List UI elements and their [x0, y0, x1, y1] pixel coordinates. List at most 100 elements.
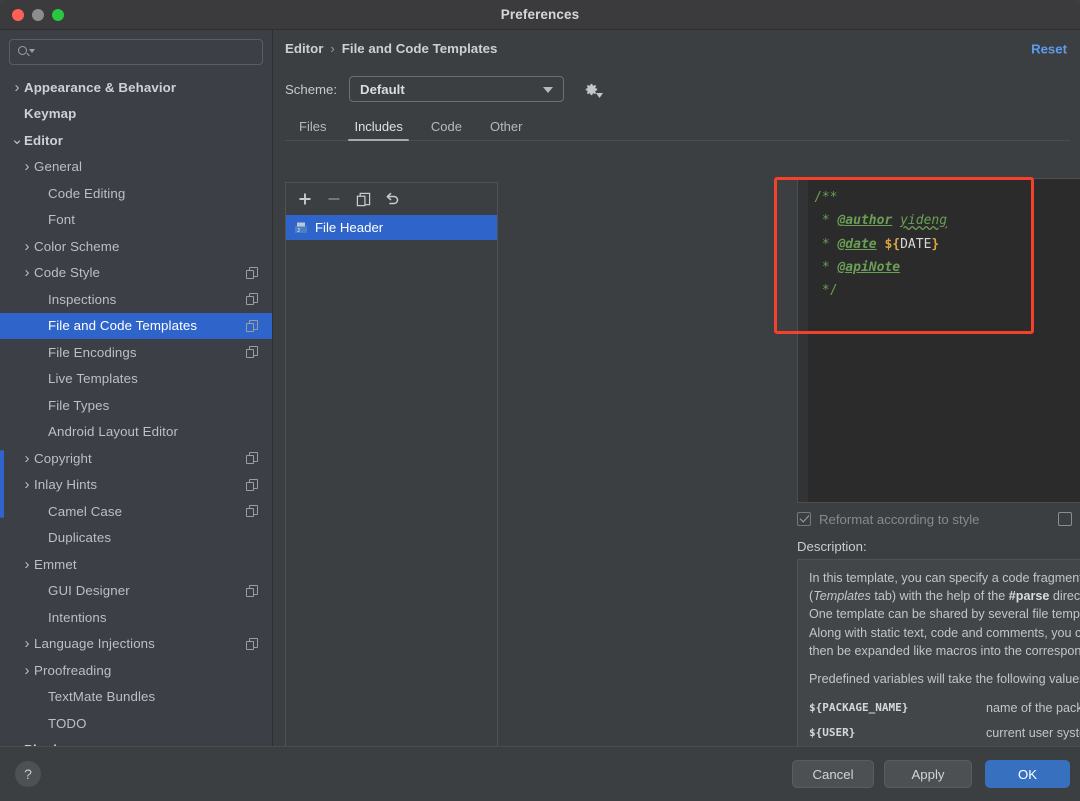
description-paragraph-1: In this template, you can specify a code…	[809, 569, 1080, 660]
code-token: *	[814, 260, 837, 275]
sidebar-item-label: Live Templates	[48, 371, 138, 386]
scheme-row: Scheme: Default	[273, 67, 1080, 111]
tab-files[interactable]: Files	[285, 119, 340, 140]
copy-settings-icon	[246, 267, 258, 279]
chevron-right-icon[interactable]: ›	[10, 80, 24, 95]
sidebar-item-inlay-hints[interactable]: ›Inlay Hints	[0, 472, 272, 499]
tab-code[interactable]: Code	[417, 119, 476, 140]
template-code-editor[interactable]: /** * @author yideng * @date ${DATE} * @…	[797, 178, 1080, 503]
desc-p1-mid: tab) with the help of the	[871, 589, 1009, 603]
help-button[interactable]: ?	[15, 761, 41, 787]
sidebar-item-todo[interactable]: TODO	[0, 710, 272, 737]
template-list-item[interactable]: J File Header	[286, 215, 497, 240]
sidebar-item-label: Emmet	[34, 557, 77, 572]
sidebar-scrollbar-thumb[interactable]	[0, 450, 4, 518]
copy-settings-icon	[246, 320, 258, 332]
copy-template-button[interactable]	[351, 187, 375, 211]
breadcrumb-parent[interactable]: Editor	[285, 41, 323, 56]
settings-sidebar: ›Appearance & BehaviorKeymap⌄Editor›Gene…	[0, 30, 273, 746]
sidebar-item-label: Code Style	[34, 265, 100, 280]
chevron-right-icon[interactable]: ›	[20, 451, 34, 466]
sidebar-item-plugins[interactable]: Plugins	[0, 737, 272, 747]
code-token: @apiNote	[837, 260, 900, 275]
reformat-checkbox-row[interactable]: Reformat according to style	[797, 508, 980, 530]
template-list-panel: J File Header	[285, 182, 498, 768]
chevron-right-icon[interactable]: ›	[20, 239, 34, 254]
ok-button[interactable]: OK	[985, 760, 1070, 788]
sidebar-item-general[interactable]: ›General	[0, 154, 272, 181]
chevron-right-icon[interactable]: ›	[20, 159, 34, 174]
add-template-button[interactable]	[293, 187, 317, 211]
description-subtitle: Predefined variables will take the follo…	[809, 672, 1080, 686]
gear-dropdown-arrow-icon	[596, 93, 603, 99]
template-list: J File Header	[286, 215, 497, 240]
zoom-window-button[interactable]	[52, 9, 64, 21]
sidebar-item-file-encodings[interactable]: File Encodings	[0, 339, 272, 366]
sidebar-item-live-templates[interactable]: Live Templates	[0, 366, 272, 393]
chevron-right-icon[interactable]: ›	[20, 663, 34, 678]
minimize-window-button[interactable]	[32, 9, 44, 21]
chevron-right-icon[interactable]: ›	[20, 636, 34, 651]
search-icon	[18, 45, 32, 59]
sidebar-item-code-style[interactable]: ›Code Style	[0, 260, 272, 287]
svg-text:J: J	[297, 228, 300, 234]
code-token: /**	[814, 190, 837, 205]
tab-includes[interactable]: Includes	[340, 119, 416, 140]
preferences-dialog: Preferences ›Appearance & BehaviorKeymap…	[0, 0, 1080, 801]
sidebar-item-file-and-code-templates[interactable]: File and Code Templates	[0, 313, 272, 340]
settings-content: Editor › File and Code Templates Reset S…	[273, 30, 1080, 746]
copy-settings-icon	[246, 585, 258, 597]
template-list-item-label: File Header	[315, 220, 383, 235]
live-templates-checkbox[interactable]	[1058, 512, 1072, 526]
sidebar-item-label: File Encodings	[48, 345, 137, 360]
variable-description: name of the package in which the new fil…	[986, 695, 1080, 720]
cancel-button[interactable]: Cancel	[792, 760, 874, 788]
reset-link[interactable]: Reset	[1031, 41, 1067, 56]
sidebar-item-color-scheme[interactable]: ›Color Scheme	[0, 233, 272, 260]
close-window-button[interactable]	[12, 9, 24, 21]
chevron-down-icon[interactable]: ⌄	[10, 137, 24, 143]
reformat-checkbox-label: Reformat according to style	[819, 512, 980, 527]
sidebar-item-gui-designer[interactable]: GUI Designer	[0, 578, 272, 605]
copy-settings-icon	[246, 638, 258, 650]
chevron-right-icon[interactable]: ›	[20, 265, 34, 280]
sidebar-item-textmate-bundles[interactable]: TextMate Bundles	[0, 684, 272, 711]
sidebar-item-font[interactable]: Font	[0, 207, 272, 234]
template-toolbar	[286, 183, 497, 215]
desc-p1-a: In this template, you can specify a code…	[809, 571, 1080, 585]
copy-settings-icon	[246, 293, 258, 305]
tab-other[interactable]: Other	[476, 119, 537, 140]
sidebar-item-label: Inlay Hints	[34, 477, 97, 492]
sidebar-item-android-layout-editor[interactable]: Android Layout Editor	[0, 419, 272, 446]
remove-template-button	[322, 187, 346, 211]
sidebar-item-copyright[interactable]: ›Copyright	[0, 445, 272, 472]
sidebar-item-camel-case[interactable]: Camel Case	[0, 498, 272, 525]
apply-button[interactable]: Apply	[884, 760, 972, 788]
copy-settings-icon	[246, 505, 258, 517]
sidebar-item-appearance-behavior[interactable]: ›Appearance & Behavior	[0, 74, 272, 101]
chevron-right-icon[interactable]: ›	[20, 557, 34, 572]
sidebar-item-inspections[interactable]: Inspections	[0, 286, 272, 313]
sidebar-item-file-types[interactable]: File Types	[0, 392, 272, 419]
search-input[interactable]	[32, 45, 262, 59]
variable-row: ${USER}current user system login name	[809, 720, 1080, 745]
sidebar-item-keymap[interactable]: Keymap	[0, 101, 272, 128]
revert-arrow-icon	[384, 191, 400, 207]
sidebar-item-code-editing[interactable]: Code Editing	[0, 180, 272, 207]
sidebar-item-emmet[interactable]: ›Emmet	[0, 551, 272, 578]
sidebar-item-editor[interactable]: ⌄Editor	[0, 127, 272, 154]
sidebar-item-language-injections[interactable]: ›Language Injections	[0, 631, 272, 658]
live-templates-checkbox-row[interactable]: Enable Live Templates	[1058, 508, 1080, 530]
sidebar-item-label: File Types	[48, 398, 109, 413]
scheme-select[interactable]: Default	[349, 76, 564, 102]
sidebar-item-duplicates[interactable]: Duplicates	[0, 525, 272, 552]
breadcrumb: Editor › File and Code Templates Reset	[273, 30, 1080, 67]
sidebar-item-proofreading[interactable]: ›Proofreading	[0, 657, 272, 684]
chevron-right-icon[interactable]: ›	[20, 477, 34, 492]
editor-code-area[interactable]: /** * @author yideng * @date ${DATE} * @…	[808, 179, 1080, 502]
search-box[interactable]	[9, 39, 263, 65]
scheme-settings-button[interactable]	[578, 76, 604, 102]
sidebar-item-label: Appearance & Behavior	[24, 80, 176, 95]
revert-template-button[interactable]	[380, 187, 404, 211]
sidebar-item-intentions[interactable]: Intentions	[0, 604, 272, 631]
